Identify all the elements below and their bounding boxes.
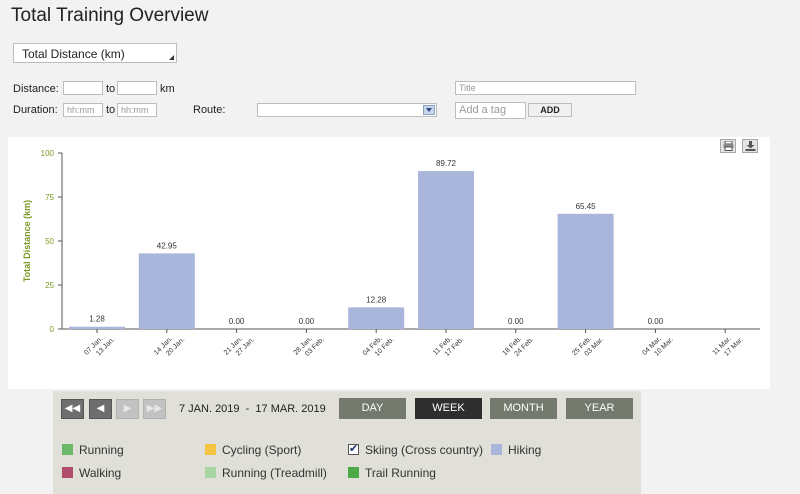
download-icon bbox=[745, 141, 756, 151]
distance-to-input[interactable] bbox=[117, 81, 157, 95]
checkbox-checked-icon[interactable] bbox=[348, 442, 359, 455]
chart-panel: 0 25 50 75 100 Total Distance (km) 1.28 07 Jan.… bbox=[8, 137, 770, 389]
print-button[interactable] bbox=[720, 139, 736, 153]
legend-swatch bbox=[62, 467, 73, 478]
km-unit-label: km bbox=[160, 83, 175, 95]
bar-value-label: 0.00 bbox=[508, 317, 524, 326]
route-label: Route: bbox=[193, 104, 226, 116]
x-tick-label: 25 Feb.03 Mar. bbox=[571, 330, 605, 364]
bar-value-label: 12.28 bbox=[366, 295, 387, 304]
legend-swatch bbox=[491, 444, 502, 455]
date-range-label: 7 JAN. 2019 - 17 MAR. 2019 bbox=[179, 403, 326, 415]
x-tick-label: 14 Jan.20 Jan. bbox=[153, 330, 186, 363]
add-tag-button[interactable]: ADD bbox=[528, 103, 572, 117]
period-day-button[interactable]: DAY bbox=[339, 398, 406, 419]
legend-swatch bbox=[62, 444, 73, 455]
bar-value-label: 42.95 bbox=[157, 241, 178, 250]
y-tick-label: 25 bbox=[45, 281, 54, 290]
title-input[interactable]: Title bbox=[455, 81, 636, 95]
route-select[interactable] bbox=[257, 103, 437, 117]
x-tick-label: 04 Mar.10 Mar. bbox=[641, 330, 675, 364]
legend-swatch bbox=[348, 467, 359, 478]
bar bbox=[138, 253, 195, 329]
bar-value-label: 89.72 bbox=[436, 159, 457, 168]
y-tick-label: 0 bbox=[50, 325, 55, 334]
bar-value-label: 65.45 bbox=[576, 202, 597, 211]
next-period-button[interactable]: ▶ bbox=[116, 399, 139, 419]
y-tick-label: 50 bbox=[45, 237, 54, 246]
distance-to-label: to bbox=[106, 83, 116, 95]
legend-swatch bbox=[205, 444, 216, 455]
x-tick-label: 21 Jan.27 Jan. bbox=[223, 330, 256, 363]
tag-input[interactable]: Add a tag bbox=[455, 102, 526, 119]
last-period-button[interactable]: ▶▶ bbox=[143, 399, 166, 419]
distance-from-input[interactable] bbox=[63, 81, 103, 95]
bar bbox=[348, 307, 405, 329]
x-tick-label: 11 Mar.17 Mar. bbox=[712, 330, 745, 363]
x-tick-label: 04 Feb.10 Feb. bbox=[362, 330, 396, 364]
legend-swatch bbox=[205, 467, 216, 478]
x-tick-label: 07 Jan.13 Jan. bbox=[83, 330, 116, 363]
right-arrow-icon: ▶ bbox=[123, 403, 132, 414]
double-left-arrow-icon: ◀◀ bbox=[64, 403, 81, 414]
double-right-arrow-icon: ▶▶ bbox=[146, 403, 163, 414]
bar-value-label: 0.00 bbox=[229, 317, 245, 326]
printer-icon bbox=[723, 141, 734, 151]
y-axis-title: Total Distance (km) bbox=[22, 200, 32, 282]
y-tick-label: 75 bbox=[45, 193, 54, 202]
x-tick-label: 28 Jan.03 Feb. bbox=[293, 330, 326, 363]
distance-label: Distance: bbox=[13, 83, 59, 95]
y-tick-label: 100 bbox=[41, 149, 55, 158]
bar-value-label: 1.28 bbox=[89, 315, 105, 324]
duration-to-input[interactable]: hh:mm bbox=[117, 103, 157, 117]
distance-bar-chart: 0 25 50 75 100 Total Distance (km) 1.28 07 Jan.… bbox=[22, 149, 760, 364]
bar bbox=[557, 213, 614, 329]
x-tick-label: 18 Feb.24 Feb. bbox=[501, 330, 535, 364]
bar bbox=[69, 326, 125, 329]
bar bbox=[418, 171, 474, 329]
page-title: Total Training Overview bbox=[11, 5, 209, 26]
dropdown-corner-icon bbox=[169, 55, 174, 60]
chevron-down-icon bbox=[423, 105, 435, 115]
duration-from-input[interactable]: hh:mm bbox=[63, 103, 103, 117]
period-week-button[interactable]: WEEK bbox=[415, 398, 482, 419]
duration-label: Duration: bbox=[13, 104, 58, 116]
download-button[interactable] bbox=[742, 139, 758, 153]
x-tick-label: 11 Feb.17 Feb. bbox=[432, 330, 465, 363]
period-month-button[interactable]: MONTH bbox=[490, 398, 557, 419]
left-arrow-icon: ◀ bbox=[96, 403, 105, 414]
metric-select-value: Total Distance (km) bbox=[22, 47, 125, 61]
bar-value-label: 0.00 bbox=[648, 317, 664, 326]
duration-to-label: to bbox=[106, 104, 116, 116]
metric-select[interactable]: Total Distance (km) bbox=[13, 43, 177, 63]
period-year-button[interactable]: YEAR bbox=[566, 398, 633, 419]
first-period-button[interactable]: ◀◀ bbox=[61, 399, 84, 419]
previous-period-button[interactable]: ◀ bbox=[89, 399, 112, 419]
bar-value-label: 0.00 bbox=[299, 317, 315, 326]
